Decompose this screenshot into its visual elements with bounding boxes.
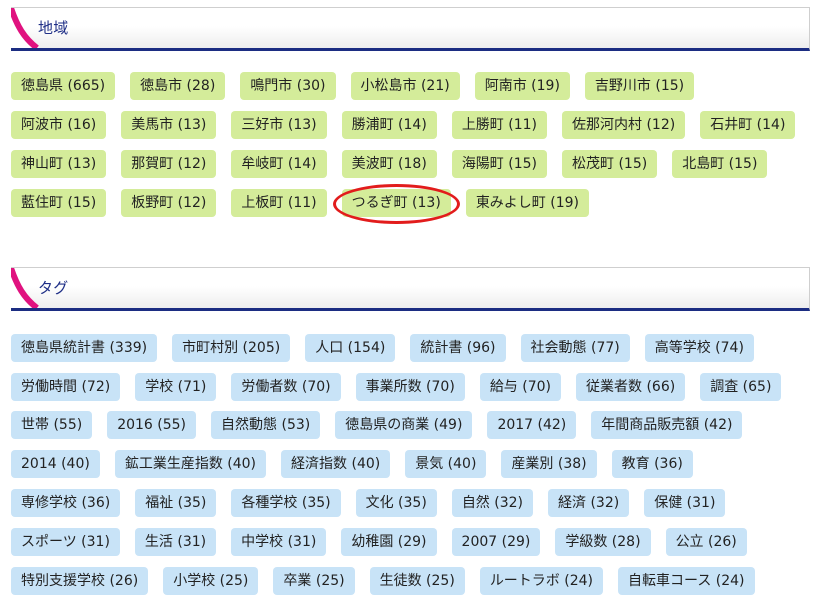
region-chip[interactable]: 那賀町 (12) (121, 150, 217, 178)
region-chip[interactable]: 勝浦町 (14) (341, 111, 437, 139)
region-chip[interactable]: 上板町 (11) (231, 189, 327, 217)
tags-section-title: タグ (38, 279, 69, 297)
region-chip[interactable]: 佐那河内村 (12) (562, 111, 686, 139)
tag-chip[interactable]: 中学校 (31) (231, 528, 327, 556)
region-chip[interactable]: 三好市 (13) (231, 111, 327, 139)
tag-row-7: 特別支援学校 (26) 小学校 (25) 卒業 (25) 生徒数 (25) ルー… (11, 567, 755, 595)
tag-chip[interactable]: 経済指数 (40) (281, 450, 391, 478)
tag-chip[interactable]: 学級数 (28) (555, 528, 651, 556)
tag-chip[interactable]: 2017 (42) (487, 411, 577, 439)
tag-chip[interactable]: 従業者数 (66) (576, 373, 686, 401)
region-chip[interactable]: 牟岐町 (14) (231, 150, 327, 178)
tag-chip[interactable]: 自然 (32) (451, 489, 534, 517)
tag-chip[interactable]: 文化 (35) (355, 489, 437, 517)
tag-chip[interactable]: 特別支援学校 (26) (11, 567, 149, 595)
region-chip[interactable]: 美波町 (18) (341, 150, 437, 178)
tag-chip[interactable]: 給与 (70) (479, 373, 562, 401)
tag-chip[interactable]: 市町村別 (205) (172, 334, 291, 362)
tag-chip[interactable]: 2016 (55) (107, 411, 197, 439)
tag-chip[interactable]: 事業所数 (70) (355, 373, 465, 401)
tag-chip[interactable]: 年間商品販売額 (42) (591, 411, 743, 439)
tag-chip[interactable]: 労働時間 (72) (11, 373, 121, 401)
region-chip[interactable]: 神山町 (13) (11, 150, 107, 178)
tag-chip[interactable]: 自転車コース (24) (618, 567, 755, 595)
region-chip[interactable]: 藍住町 (15) (11, 189, 107, 217)
tag-chip[interactable]: 卒業 (25) (273, 567, 355, 595)
tag-row-1: 徳島県統計書 (339) 市町村別 (205) 人口 (154) 統計書 (96… (11, 334, 754, 362)
tag-chip[interactable]: 2007 (29) (451, 528, 541, 556)
tag-chip[interactable]: 公立 (26) (665, 528, 747, 556)
region-chip[interactable]: 美馬市 (13) (121, 111, 217, 139)
tag-chip[interactable]: 人口 (154) (305, 334, 396, 362)
region-row-4: 藍住町 (15) 板野町 (12) 上板町 (11) つるぎ町 (13) 東みよ… (11, 189, 590, 217)
region-chip[interactable]: 吉野川市 (15) (584, 72, 695, 100)
tag-chip[interactable]: 産業別 (38) (501, 450, 597, 478)
tag-chip[interactable]: 高等学校 (74) (644, 334, 754, 362)
tag-chip[interactable]: 鉱工業生産指数 (40) (114, 450, 267, 478)
region-chip[interactable]: 上勝町 (11) (451, 111, 548, 139)
tag-chip[interactable]: 統計書 (96) (410, 334, 506, 362)
tag-chip[interactable]: 社会動態 (77) (520, 334, 630, 362)
tag-row-5: 専修学校 (36) 福祉 (35) 各種学校 (35) 文化 (35) 自然 (… (11, 489, 726, 517)
tag-chip[interactable]: 教育 (36) (611, 450, 693, 478)
tag-chip[interactable]: 保健 (31) (644, 489, 726, 517)
region-chip[interactable]: 徳島市 (28) (130, 72, 226, 100)
region-row-1: 徳島県 (665) 徳島市 (28) 鳴門市 (30) 小松島市 (21) 阿南… (11, 72, 695, 100)
tag-row-4: 2014 (40) 鉱工業生産指数 (40) 経済指数 (40) 景気 (40)… (11, 450, 693, 478)
region-chip[interactable]: 板野町 (12) (121, 189, 217, 217)
tag-chip[interactable]: 労働者数 (70) (231, 373, 341, 401)
tag-chip[interactable]: 景気 (40) (405, 450, 487, 478)
tag-chip[interactable]: スポーツ (31) (11, 528, 120, 556)
region-chip[interactable]: 海陽町 (15) (451, 150, 548, 178)
tag-chip[interactable]: 学校 (71) (135, 373, 217, 401)
region-chip[interactable]: 阿波市 (16) (11, 111, 107, 139)
tag-chip[interactable]: 専修学校 (36) (11, 489, 121, 517)
tag-chip[interactable]: 2014 (40) (11, 450, 100, 478)
tag-row-3: 世帯 (55) 2016 (55) 自然動態 (53) 徳島県の商業 (49) … (11, 411, 743, 439)
tag-chip[interactable]: 生徒数 (25) (369, 567, 465, 595)
tag-chip[interactable]: 各種学校 (35) (231, 489, 341, 517)
tag-chip[interactable]: 幼稚園 (29) (341, 528, 437, 556)
tag-chip[interactable]: ルートラボ (24) (479, 567, 604, 595)
region-chip[interactable]: 北島町 (15) (672, 150, 768, 178)
tag-chip[interactable]: 福祉 (35) (135, 489, 217, 517)
header-accent-icon (11, 268, 39, 308)
tag-chip[interactable]: 小学校 (25) (163, 567, 259, 595)
region-chip[interactable]: 徳島県 (665) (11, 72, 116, 100)
region-section: 地域 (11, 7, 810, 51)
region-chip[interactable]: 東みよし町 (19) (465, 189, 590, 217)
tag-chip[interactable]: 調査 (65) (700, 373, 782, 401)
tag-row-2: 労働時間 (72) 学校 (71) 労働者数 (70) 事業所数 (70) 給与… (11, 373, 782, 401)
region-chip[interactable]: 鳴門市 (30) (240, 72, 336, 100)
region-chip[interactable]: 阿南市 (19) (474, 72, 570, 100)
tag-chip[interactable]: 自然動態 (53) (211, 411, 321, 439)
region-section-title: 地域 (38, 19, 69, 37)
tag-row-6: スポーツ (31) 生活 (31) 中学校 (31) 幼稚園 (29) 2007… (11, 528, 747, 556)
tag-chip[interactable]: 生活 (31) (134, 528, 217, 556)
region-chip[interactable]: 石井町 (14) (700, 111, 796, 139)
region-row-2: 阿波市 (16) 美馬市 (13) 三好市 (13) 勝浦町 (14) 上勝町 … (11, 111, 796, 139)
region-chip[interactable]: 松茂町 (15) (562, 150, 658, 178)
tag-chip[interactable]: 徳島県統計書 (339) (11, 334, 158, 362)
tag-chip[interactable]: 世帯 (55) (11, 411, 93, 439)
header-accent-icon (11, 8, 39, 48)
tag-chip[interactable]: 徳島県の商業 (49) (335, 411, 473, 439)
tags-section: タグ (11, 267, 810, 311)
tags-section-header: タグ (11, 267, 810, 311)
region-row-3: 神山町 (13) 那賀町 (12) 牟岐町 (14) 美波町 (18) 海陽町 … (11, 150, 768, 178)
tag-chip[interactable]: 経済 (32) (548, 489, 630, 517)
region-section-header: 地域 (11, 7, 810, 51)
region-chip-highlighted[interactable]: つるぎ町 (13) (341, 189, 451, 217)
region-chip[interactable]: 小松島市 (21) (350, 72, 460, 100)
